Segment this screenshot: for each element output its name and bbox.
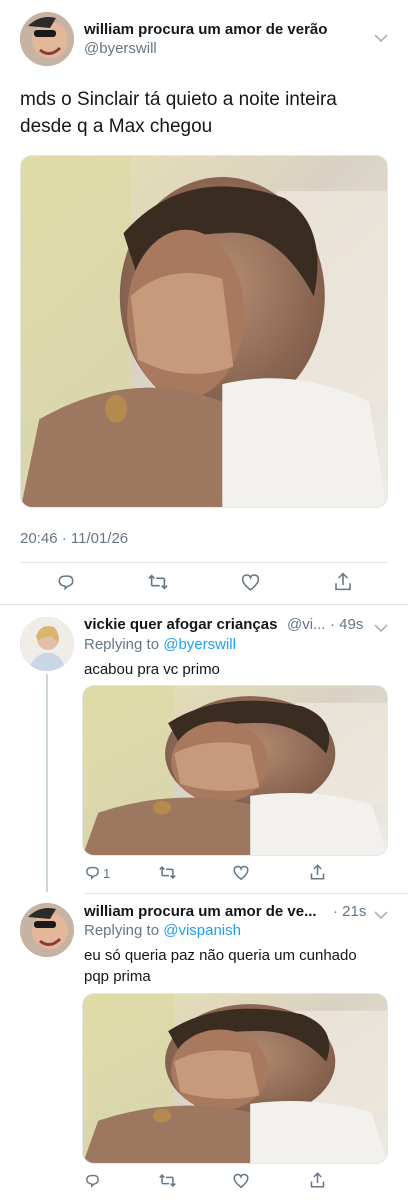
reply-1-avatar[interactable] (20, 617, 74, 671)
main-tweet-display-name[interactable]: william procura um amor de verão (84, 21, 327, 38)
reply-2-replying-to: Replying to @vispanish (84, 922, 241, 939)
retweet-icon[interactable] (147, 572, 169, 592)
like-icon[interactable] (232, 1172, 250, 1189)
reply-1-text: acabou pra vc primo (84, 661, 220, 678)
chevron-down-icon[interactable] (374, 907, 388, 923)
reply-2-avatar[interactable] (20, 903, 74, 957)
chevron-down-icon[interactable] (374, 30, 388, 46)
replying-to-label: Replying to (84, 922, 164, 939)
reply-icon[interactable] (84, 1172, 101, 1189)
reply-2-text: eu só queria paz não queria um cunhado p… (84, 947, 357, 985)
share-icon[interactable] (309, 863, 326, 881)
main-tweet-handle[interactable]: @byerswill (84, 40, 157, 57)
main-tweet-text: mds o Sinclair tá quieto a noite inteira… (20, 89, 337, 137)
reply-count: 1 (103, 866, 111, 881)
mention-link[interactable]: @byerswill (163, 636, 236, 653)
share-icon[interactable] (333, 571, 353, 592)
main-tweet-avatar[interactable] (20, 12, 74, 66)
reply-1-photo[interactable] (82, 685, 388, 856)
divider (0, 604, 408, 605)
reply-2-age[interactable]: · 21s (333, 903, 366, 920)
divider (20, 562, 388, 563)
mention-link[interactable]: @vispanish (163, 922, 241, 939)
reply-1-display-name[interactable]: vickie quer afogar crianças (84, 616, 277, 633)
replying-to-label: Replying to (84, 636, 164, 653)
like-icon[interactable] (232, 864, 250, 881)
like-icon[interactable] (240, 572, 261, 592)
main-tweet-timestamp[interactable]: 20:46 · 11/01/26 (20, 530, 128, 547)
share-icon[interactable] (309, 1171, 326, 1189)
main-tweet-photo[interactable] (20, 155, 388, 508)
retweet-icon[interactable] (158, 1172, 177, 1189)
divider (84, 893, 408, 894)
reply-1-age[interactable]: · 49s (330, 616, 363, 633)
thread-line (46, 674, 48, 892)
reply-2-display-name[interactable]: william procura um amor de ve... (84, 903, 317, 920)
chevron-down-icon[interactable] (374, 620, 388, 636)
reply-1-replying-to: Replying to @byerswill (84, 636, 236, 653)
reply-icon[interactable] (84, 864, 101, 881)
reply-icon[interactable] (56, 572, 76, 592)
retweet-icon[interactable] (158, 864, 177, 881)
reply-2-photo[interactable] (82, 993, 388, 1164)
reply-1-handle[interactable]: @vi... (287, 616, 326, 633)
